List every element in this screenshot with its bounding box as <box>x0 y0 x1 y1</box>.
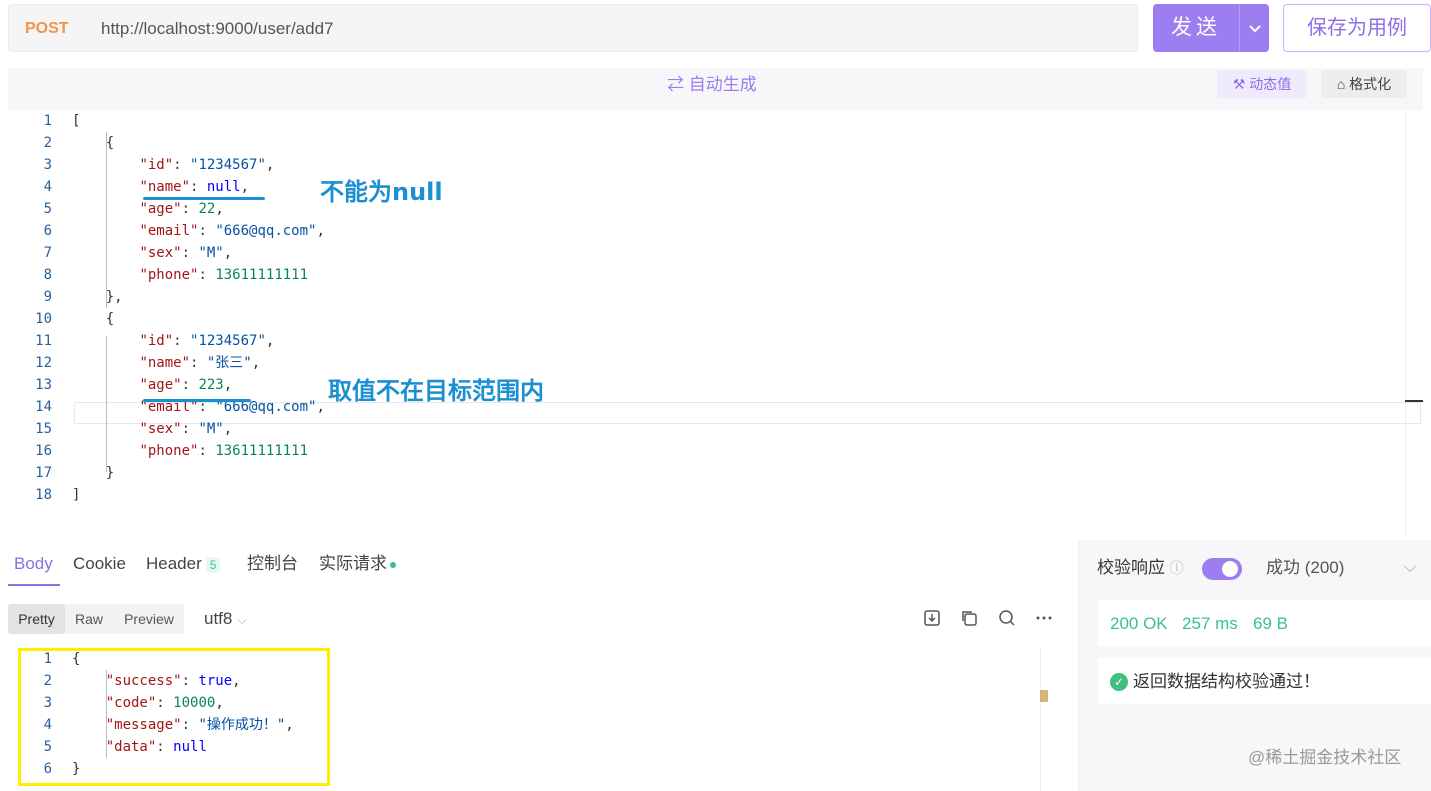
chevron-down-icon <box>1249 25 1261 33</box>
view-pretty-button[interactable]: Pretty <box>8 604 65 634</box>
verify-result[interactable]: 成功 (200) <box>1266 556 1344 580</box>
encoding-value: utf8 <box>204 609 233 628</box>
code-line: "email": "666@qq.com", <box>139 223 325 239</box>
annotation-out-of-range: 取值不在目标范围内 <box>328 377 544 405</box>
encoding-select[interactable]: utf8 ⌵ <box>204 607 247 632</box>
line-number: 16 <box>35 443 52 459</box>
help-icon: ⓘ <box>1169 560 1184 576</box>
code-line: "id": "1234567", <box>139 333 275 349</box>
code-line: "age": 223, <box>139 377 233 393</box>
format-icon: ⌂ <box>1336 76 1346 92</box>
status-code: 200 OK <box>1110 614 1168 633</box>
more-icon[interactable] <box>1034 608 1054 628</box>
url-bar[interactable]: POST http://localhost:9000/user/add7 <box>8 4 1138 52</box>
code-line: [ <box>72 113 81 129</box>
line-number: 6 <box>43 223 52 239</box>
line-number: 10 <box>35 311 52 327</box>
code-line: "id": "1234567", <box>139 157 275 173</box>
header-count-badge: 5 <box>205 556 221 573</box>
auto-generate-label: 自动生成 <box>688 75 757 94</box>
line-number: 5 <box>43 201 52 217</box>
search-icon[interactable] <box>997 608 1017 628</box>
toggle-knob <box>1222 561 1238 577</box>
scrollbar-marker <box>1040 690 1048 702</box>
active-tab-indicator <box>8 584 60 586</box>
annotation-underline <box>143 399 251 402</box>
verify-response-text: 校验响应 <box>1097 558 1165 577</box>
code-line: { <box>72 311 115 327</box>
check-circle-icon: ✓ <box>1110 673 1128 691</box>
verify-response-label: 校验响应 ⓘ <box>1097 556 1184 580</box>
line-number: 11 <box>35 333 52 349</box>
line-number: 7 <box>43 245 52 261</box>
dynamic-value-label: 动态值 <box>1249 76 1292 92</box>
tab-actual-request[interactable]: 实际请求 <box>319 552 396 576</box>
line-number: 8 <box>43 267 52 283</box>
send-dropdown-button[interactable] <box>1239 4 1269 52</box>
tab-cookie[interactable]: Cookie <box>73 552 126 576</box>
send-button[interactable]: 发送 <box>1153 4 1239 52</box>
line-number: 9 <box>43 289 52 305</box>
save-as-case-button[interactable]: 保存为用例 <box>1283 4 1431 52</box>
chevron-down-icon[interactable]: ⌵ <box>1404 556 1416 580</box>
line-number: 12 <box>35 355 52 371</box>
line-number: 1 <box>43 113 52 129</box>
code-line: "phone": 13611111111 <box>139 443 309 459</box>
tab-console[interactable]: 控制台 <box>247 552 298 576</box>
chevron-down-icon: ⌵ <box>237 612 247 627</box>
line-number: 2 <box>43 135 52 151</box>
response-time: 257 ms <box>1182 614 1238 633</box>
tab-actual-request-label: 实际请求 <box>319 554 387 573</box>
code-line: "phone": 13611111111 <box>139 267 309 283</box>
auto-generate-button[interactable]: ⇄ 自动生成 <box>667 72 757 98</box>
refresh-icon: ⇄ <box>667 75 684 94</box>
highlight-box <box>18 648 330 786</box>
line-number: 13 <box>35 377 52 393</box>
code-line: }, <box>72 289 123 305</box>
view-raw-button[interactable]: Raw <box>67 604 111 634</box>
annotation-not-null: 不能为null <box>320 178 443 206</box>
code-line: } <box>72 465 115 481</box>
line-number: 4 <box>43 179 52 195</box>
code-line: { <box>72 135 115 151</box>
tab-body[interactable]: Body <box>14 552 53 576</box>
response-size: 69 B <box>1253 614 1288 633</box>
annotation-underline <box>143 197 265 200</box>
watermark: @稀土掘金技术社区 <box>1248 748 1402 767</box>
code-line: "name": "张三", <box>139 355 261 371</box>
download-icon[interactable] <box>922 608 942 628</box>
line-number: 18 <box>35 487 52 503</box>
line-number: 15 <box>35 421 52 437</box>
format-button[interactable]: ⌂ 格式化 <box>1321 70 1407 98</box>
dynamic-value-button[interactable]: ⚒ 动态值 <box>1217 70 1307 98</box>
method-select[interactable]: POST <box>25 5 69 53</box>
view-preview-button[interactable]: Preview <box>114 604 184 634</box>
line-number: 3 <box>43 157 52 173</box>
tab-header-label: Header <box>146 554 202 573</box>
code-line: "age": 22, <box>139 201 224 217</box>
editor-scrollbar[interactable] <box>1405 110 1422 535</box>
line-number: 17 <box>35 465 52 481</box>
scrollbar-marker <box>1405 400 1423 402</box>
response-scrollbar[interactable] <box>1040 648 1057 791</box>
request-body-editor[interactable]: 1[2 {3 "id": "1234567", 4 "name": null, 5 … <box>8 110 1423 535</box>
code-line: "sex": "M", <box>139 245 233 261</box>
code-line: ] <box>72 487 81 503</box>
line-number: 14 <box>35 399 52 415</box>
url-input[interactable]: http://localhost:9000/user/add7 <box>101 5 334 53</box>
magic-wand-icon: ⚒ <box>1232 76 1246 92</box>
copy-icon[interactable] <box>959 608 979 628</box>
code-line: "name": null, <box>139 179 250 195</box>
format-label: 格式化 <box>1349 76 1392 92</box>
verify-check-message: 返回数据结构校验通过！ <box>1133 672 1320 691</box>
code-line: "sex": "M", <box>139 421 233 437</box>
tab-header[interactable]: Header 5 <box>146 552 221 576</box>
status-dot-icon <box>390 561 396 568</box>
